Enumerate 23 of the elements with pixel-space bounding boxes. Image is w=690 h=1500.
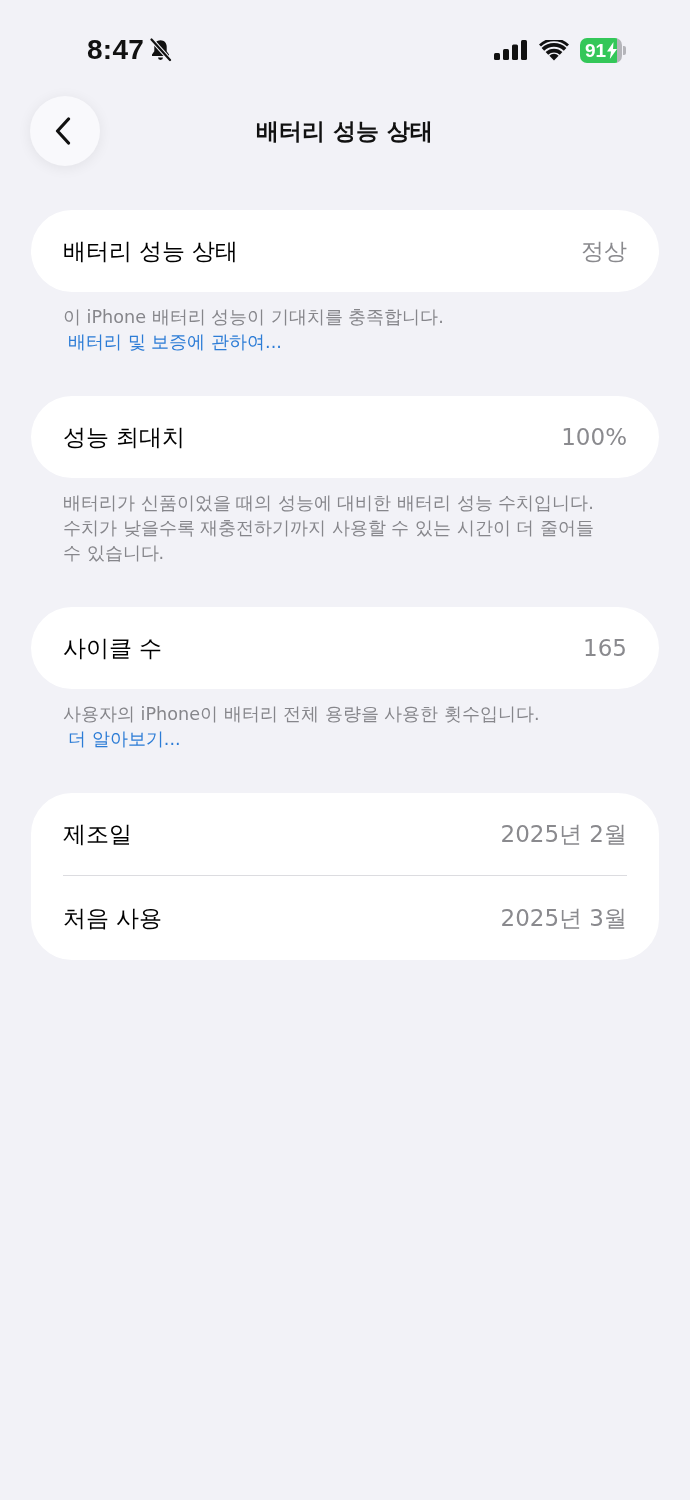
bell-slash-icon (149, 38, 173, 62)
lightning-bolt-icon (607, 41, 618, 59)
signal-bars-icon (494, 40, 528, 60)
row-value: 2025년 3월 (500, 903, 627, 933)
battery-percent: 91 (584, 40, 607, 60)
footer-text: 이 iPhone 배터리 성능이 기대치를 충족합니다. 배터리 및 보증에 관하여... (62, 306, 445, 354)
learn-more-link[interactable]: 더 알아보기... (68, 729, 181, 749)
footer-text: 사용자의 iPhone이 배터리 전체 용량을 사용한 횟수입니다. 더 알아보기... (62, 703, 541, 751)
row-label: 배터리 성능 상태 (63, 236, 239, 266)
learn-more-link[interactable]: 배터리 및 보증에 관하여... (68, 332, 282, 352)
row-label: 성능 최대치 (63, 422, 186, 452)
row-value: 165 (583, 635, 627, 661)
row-value: 정상 (581, 236, 627, 266)
chevron-left-icon (55, 117, 71, 145)
footer-text: 배터리가 신품이었을 때의 성능에 대비한 배터리 성능 수치입니다. 수치가 낮을수록 재충전하기까지 사용할 수 있는 시간이 더 줄어들 수 있습니다. (62, 492, 595, 565)
wifi-icon (539, 39, 569, 61)
page-title: 배터리 성능 상태 (255, 116, 435, 146)
status-time: 8:47 (87, 34, 145, 66)
row-label: 사이클 수 (63, 633, 163, 663)
row-value: 2025년 2월 (500, 819, 627, 849)
row-label: 제조일 (63, 819, 132, 849)
row-value: 100% (561, 424, 627, 450)
row-label: 처음 사용 (63, 903, 163, 933)
